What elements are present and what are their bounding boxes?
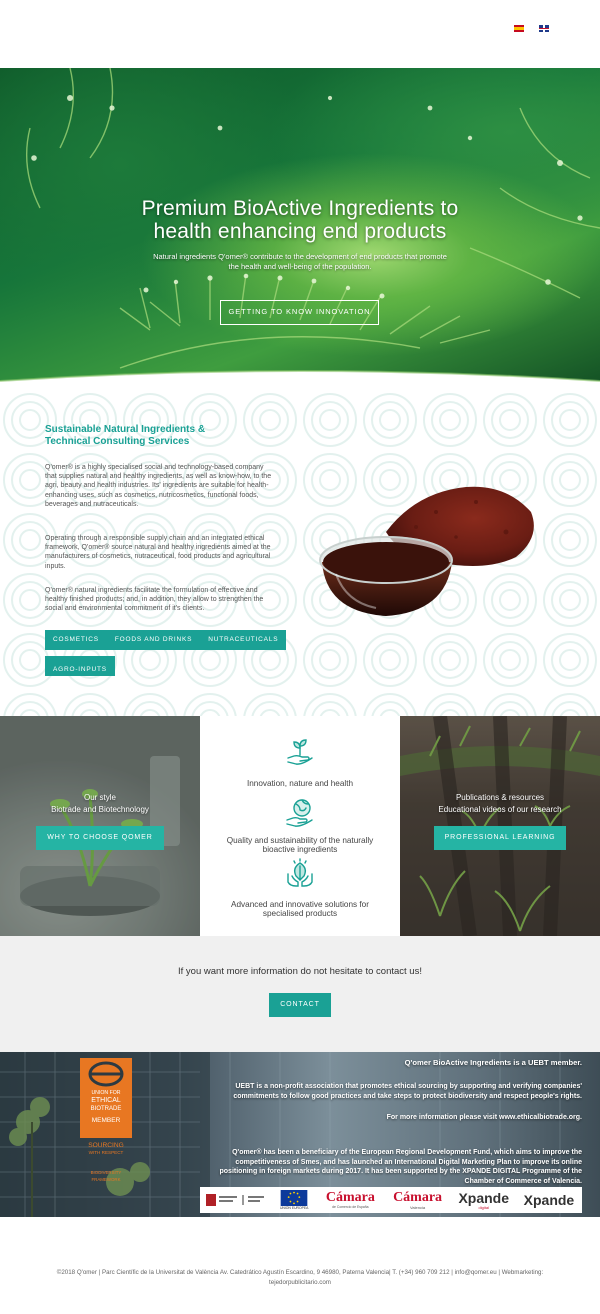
- badge-line7: BIODIVERSITY: [91, 1170, 122, 1175]
- feature-quality-text: Quality and sustainability of the natura…: [226, 836, 374, 854]
- hands-leaf-icon: [287, 858, 313, 887]
- english-flag-icon[interactable]: [539, 25, 549, 32]
- camara-sub: Valencia: [410, 1204, 426, 1210]
- feature-innovation-text: Innovation, nature and health: [246, 779, 354, 788]
- intro-heading-line2: Technical Consulting Services: [45, 435, 190, 447]
- intro-paragraph: Operating through a responsible supply c…: [45, 535, 271, 570]
- hero-subtitle: Natural ingredients Q'omer® contribute t…: [153, 252, 447, 271]
- product-image: [319, 486, 534, 616]
- erdf-text: Q'omer® has been a beneficiary of the Eu…: [219, 1149, 583, 1185]
- our-style-text: Our style Biotrade and Biotechnology: [0, 792, 200, 815]
- camara-text: Cámara: [393, 1189, 443, 1205]
- our-style-label: Our style: [83, 793, 116, 802]
- publications-text: Publications & resources Educational vid…: [400, 792, 600, 815]
- contact-button[interactable]: CONTACT: [269, 993, 331, 1017]
- sponsor-logos-bar: UNIÓN EUROPEA Cámara de Comercio de Espa…: [200, 1187, 582, 1213]
- badge-line6: WITH RESPECT: [89, 1150, 124, 1155]
- our-style-panel: Our style Biotrade and Biotechnology WHY…: [0, 716, 200, 936]
- three-column-section: Our style Biotrade and Biotechnology WHY…: [0, 716, 600, 936]
- uebt-website-text[interactable]: For more information please visit www.et…: [202, 1113, 582, 1123]
- camara-text: Cámara: [325, 1190, 375, 1205]
- xpande-digital-logo: Xpande digital: [454, 1190, 514, 1210]
- xpande-text: Xpande: [458, 1189, 510, 1206]
- our-style-title: Biotrade and Biotechnology: [51, 804, 149, 814]
- hero-title: Premium BioActive Ingredients to health …: [0, 197, 600, 243]
- category-tags: COSMETICS FOODS AND DRINKS NUTRACEUTICAL…: [45, 630, 287, 650]
- university-logo: [203, 1190, 269, 1210]
- tag-cosmetics[interactable]: COSMETICS: [45, 630, 107, 650]
- hero-wave-divider: [0, 370, 600, 390]
- professional-learning-button[interactable]: PROFESSIONAL LEARNING: [434, 826, 566, 850]
- hero-banner: Premium BioActive Ingredients to health …: [0, 68, 600, 390]
- xpande-sub: digital: [478, 1204, 489, 1210]
- camara-valencia-logo: Cámara Valencia: [387, 1190, 449, 1210]
- hero-title-line1: Premium BioActive Ingredients to: [141, 197, 459, 220]
- publications-title: Educational videos of our research: [438, 804, 562, 814]
- tag-nutraceuticals[interactable]: NUTRACEUTICALS: [200, 630, 286, 650]
- tag-foods-and-drinks[interactable]: FOODS AND DRINKS: [107, 630, 200, 650]
- xpande-text: Xpande: [523, 1192, 575, 1208]
- badge-line2: ETHICAL: [91, 1097, 121, 1104]
- eu-flag-icon: [280, 1190, 308, 1206]
- camara-sub: de Comercio de España: [332, 1205, 369, 1209]
- contact-text: If you want more information do not hesi…: [178, 966, 422, 977]
- eu-flag-logo: UNIÓN EUROPEA: [274, 1190, 314, 1210]
- uebt-section: UNION FOR ETHICAL BIOTRADE MEMBER SOURCI…: [0, 1052, 600, 1217]
- eu-label: UNIÓN EUROPEA: [279, 1206, 309, 1210]
- hand-plant-icon: [287, 739, 313, 765]
- badge-line1: UNION FOR: [91, 1090, 120, 1096]
- tag-agro-inputs[interactable]: AGRO-INPUTS: [45, 666, 115, 673]
- uebt-description: UEBT is a non-profit association that pr…: [233, 1083, 582, 1100]
- publications-panel: Publications & resources Educational vid…: [400, 716, 600, 936]
- feature-solutions-text: Advanced and innovative solutions for sp…: [231, 900, 369, 918]
- uebt-member-badge: UNION FOR ETHICAL BIOTRADE MEMBER SOURCI…: [80, 1058, 132, 1182]
- publications-label: Publications & resources: [455, 793, 545, 802]
- university-seal-icon: [206, 1194, 264, 1206]
- footer-text: ©2018 Q'omer | Parc Científic de la Univ…: [56, 1269, 544, 1286]
- hand-globe-icon: [286, 799, 313, 827]
- contact-section: If you want more information do not hesi…: [0, 936, 600, 1052]
- uebt-member-text: Q'omer BioActive Ingredients is a UEBT m…: [404, 1058, 582, 1067]
- hero-title-line2: health enhancing end products: [153, 220, 447, 243]
- camara-espana-logo: Cámara de Comercio de España: [319, 1190, 381, 1210]
- site-footer: ©2018 Q'omer | Parc Científic de la Univ…: [0, 1217, 600, 1314]
- badge-line8: FRAMEWORK: [91, 1177, 120, 1182]
- badge-line4: MEMBER: [92, 1117, 121, 1124]
- features-panel: Innovation, nature and health Quality an…: [200, 716, 400, 936]
- why-to-choose-qomer-button[interactable]: WHY TO CHOOSE QOMER: [36, 826, 164, 850]
- intro-heading-line1: Sustainable Natural Ingredients &: [45, 424, 206, 435]
- site-header: [0, 0, 600, 68]
- intro-paragraph: Q'omer® natural ingredients facilitate t…: [45, 587, 264, 613]
- xpande-logo: Xpande: [519, 1190, 579, 1210]
- category-tags-row2: AGRO-INPUTS: [45, 656, 115, 676]
- spanish-flag-icon[interactable]: [514, 25, 524, 32]
- badge-line3: BIOTRADE: [91, 1106, 122, 1112]
- intro-section: Sustainable Natural Ingredients & Techni…: [0, 390, 600, 716]
- intro-paragraph: Q'omer® is a highly specialised social a…: [45, 464, 272, 508]
- getting-to-know-innovation-button[interactable]: GETTING TO KNOW INNOVATION: [220, 300, 379, 325]
- intro-heading: Sustainable Natural Ingredients & Techni…: [45, 424, 305, 447]
- badge-line5: SOURCING: [88, 1142, 124, 1149]
